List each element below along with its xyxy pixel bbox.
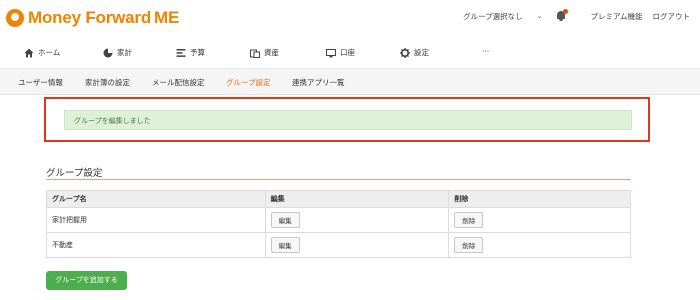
nav-item-account[interactable]: 口座: [326, 47, 355, 58]
home-icon: [24, 48, 34, 57]
nav-item-budget[interactable]: 予算: [176, 47, 205, 58]
edit-button[interactable]: 編集: [270, 237, 300, 253]
app-header: Money Forward ME グループ選択なし ⌄ プレミアム機能 ログアウト: [0, 0, 700, 35]
logo-mark-icon: [6, 9, 24, 27]
premium-link[interactable]: プレミアム機能: [591, 11, 643, 22]
header-delete: 削除: [448, 190, 631, 208]
header-group-name: グループ名: [46, 190, 266, 208]
nav-item-more[interactable]: ···: [482, 47, 489, 56]
pie-chart-icon: [103, 48, 113, 57]
header-edit: 編集: [264, 190, 450, 208]
nav-item-assets[interactable]: 資産: [250, 47, 279, 58]
more-icon: ···: [482, 47, 490, 56]
main-nav: ホーム 家計 予算 資産 口座 設定 ···: [0, 40, 700, 68]
assets-icon: [250, 49, 260, 58]
group-name-cell: 家計把握用: [46, 207, 266, 233]
success-alert: グループを編集しました: [64, 110, 632, 130]
table-row: 不動産 編集 削除: [46, 232, 631, 258]
nav-label-budget: 予算: [190, 48, 205, 57]
logo-text: Money Forward ME: [28, 8, 180, 27]
notification-dot: [562, 9, 568, 14]
sub-nav: ユーザー情報 家計簿の設定 メール配信設定 グループ設定 連携アプリ一覧: [0, 68, 700, 95]
edit-cell: 編集: [264, 207, 450, 233]
section-divider: [46, 179, 631, 180]
subnav-linked-apps[interactable]: 連携アプリ一覧: [292, 77, 345, 88]
add-group-button[interactable]: グループを追加する: [46, 271, 127, 290]
bell-icon[interactable]: [555, 9, 568, 22]
subnav-mail-settings[interactable]: メール配信設定: [152, 77, 205, 88]
delete-button[interactable]: 削除: [454, 212, 484, 228]
nav-label-home: ホーム: [38, 48, 61, 57]
delete-button[interactable]: 削除: [454, 237, 484, 253]
group-select[interactable]: グループ選択なし: [463, 11, 523, 22]
nav-label-account: 口座: [340, 48, 355, 57]
nav-item-settings[interactable]: 設定: [400, 47, 429, 58]
nav-item-home[interactable]: ホーム: [24, 47, 60, 58]
nav-item-household[interactable]: 家計: [103, 47, 132, 58]
group-name-cell: 不動産: [46, 232, 266, 258]
nav-label-settings: 設定: [414, 48, 429, 57]
subnav-household-settings[interactable]: 家計簿の設定: [85, 77, 130, 88]
subnav-group-settings[interactable]: グループ設定: [226, 77, 271, 88]
edit-button[interactable]: 編集: [270, 212, 300, 228]
delete-cell: 削除: [448, 232, 631, 258]
nav-label-household: 家計: [117, 48, 132, 57]
table-row: 家計把握用 編集 削除: [46, 207, 631, 233]
chevron-down-icon[interactable]: ⌄: [537, 12, 543, 20]
nav-label-assets: 資産: [264, 48, 279, 57]
group-table: グループ名 編集 削除 家計把握用 編集 削除 不動産 編集 削除: [46, 190, 631, 258]
gear-icon: [400, 47, 410, 58]
header-actions: グループ選択なし ⌄ プレミアム機能 ログアウト: [463, 9, 691, 22]
budget-list-icon: [176, 48, 186, 57]
logo[interactable]: Money Forward ME: [6, 8, 179, 28]
delete-cell: 削除: [448, 207, 631, 233]
edit-cell: 編集: [264, 232, 450, 258]
account-icon: [326, 48, 336, 57]
table-header-row: グループ名 編集 削除: [46, 190, 631, 208]
section-title: グループ設定: [46, 168, 103, 179]
logout-link[interactable]: ログアウト: [653, 11, 691, 22]
subnav-user-info[interactable]: ユーザー情報: [18, 77, 63, 88]
